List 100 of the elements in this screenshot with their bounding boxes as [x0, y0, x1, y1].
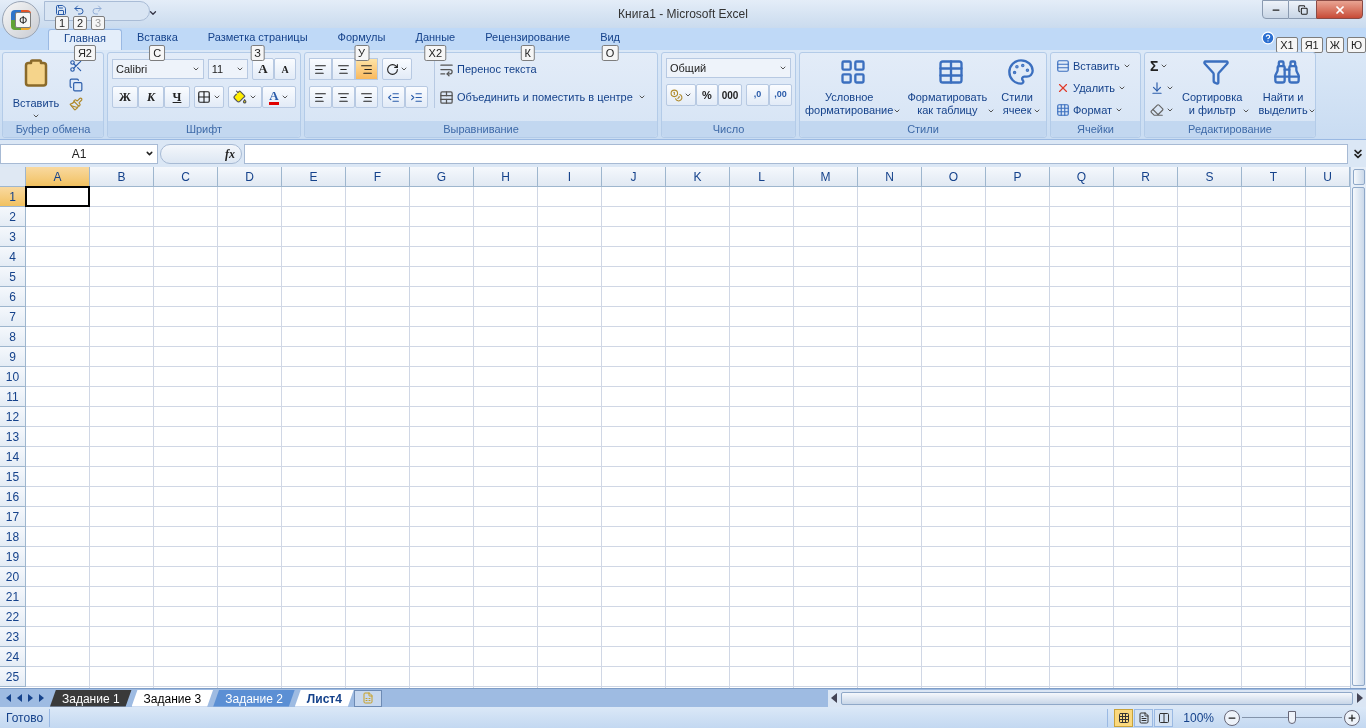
previous-sheet-icon[interactable] [17, 694, 22, 702]
merge-center-button[interactable]: Объединить и поместить в центре [439, 87, 646, 107]
row-header[interactable]: 24 [0, 647, 26, 667]
cut-icon[interactable] [69, 59, 83, 73]
bold-button[interactable]: Ж [112, 86, 138, 108]
column-header[interactable]: J [602, 167, 666, 186]
percent-button[interactable]: % [696, 84, 718, 106]
align-left-button[interactable] [309, 86, 332, 108]
row-header[interactable]: 8 [0, 327, 26, 347]
column-header[interactable]: C [154, 167, 218, 186]
close-button[interactable] [1316, 0, 1363, 19]
view-normal-button[interactable] [1114, 708, 1134, 727]
sheet-tab[interactable]: Задание 1 [50, 689, 132, 707]
row-header[interactable]: 4 [0, 247, 26, 267]
save-button[interactable] [55, 4, 67, 16]
row-header[interactable]: 22 [0, 607, 26, 627]
wrap-text-button[interactable]: Перенос текста [439, 59, 646, 79]
cells-format-button[interactable]: Формат [1056, 101, 1135, 119]
increase-decimal-button[interactable]: ,0 [746, 84, 769, 106]
column-header[interactable]: O [922, 167, 986, 186]
row-header[interactable]: 2 [0, 207, 26, 227]
sheet-tab[interactable]: Лист4 [294, 689, 354, 707]
row-header[interactable]: 12 [0, 407, 26, 427]
number-format-field[interactable]: Общий [666, 58, 791, 78]
row-header[interactable]: 21 [0, 587, 26, 607]
column-header[interactable]: E [282, 167, 346, 186]
grow-font-button[interactable]: A [252, 58, 274, 80]
column-header[interactable]: B [90, 167, 154, 186]
align-right-button[interactable] [355, 86, 378, 108]
row-header[interactable]: 15 [0, 467, 26, 487]
zoom-in-button[interactable] [1344, 709, 1360, 726]
name-box[interactable]: A1 [0, 143, 158, 164]
zoom-slider-thumb[interactable] [1288, 710, 1296, 724]
column-header[interactable]: T [1242, 167, 1306, 186]
row-header[interactable]: 13 [0, 427, 26, 447]
font-size-field[interactable]: 11 [207, 59, 248, 79]
paste-button[interactable]: Вставить [9, 57, 63, 120]
help-icon[interactable] [1261, 31, 1276, 45]
row-header[interactable]: 16 [0, 487, 26, 507]
row-header[interactable]: 5 [0, 267, 26, 287]
active-cell-border[interactable] [25, 186, 90, 207]
row-header[interactable]: 20 [0, 567, 26, 587]
last-sheet-icon[interactable] [39, 694, 44, 702]
zoom-slider[interactable] [1242, 710, 1342, 725]
formula-input[interactable] [244, 143, 1348, 164]
sheet-tab[interactable]: Задание 3 [131, 689, 214, 707]
column-header[interactable]: H [474, 167, 538, 186]
zoom-out-button[interactable] [1224, 709, 1240, 726]
undo-button[interactable] [73, 4, 85, 16]
style-button[interactable]: Стили ячеек [1001, 57, 1041, 117]
row-header[interactable]: 18 [0, 527, 26, 547]
style-button[interactable]: Условное форматирование [805, 57, 902, 117]
orientation-button[interactable] [382, 58, 412, 80]
sort-button[interactable]: Сортировка и фильтр [1182, 57, 1251, 119]
row-header[interactable]: 25 [0, 667, 26, 687]
decrease-decimal-button[interactable]: ,00 [769, 84, 792, 106]
row-header[interactable]: 7 [0, 307, 26, 327]
style-button[interactable]: Форматировать как таблицу [907, 57, 996, 117]
shrink-font-button[interactable]: A [274, 58, 296, 80]
underline-button[interactable]: Ч [164, 86, 190, 108]
fill-button[interactable] [1150, 79, 1174, 97]
column-header[interactable]: D [218, 167, 282, 186]
horizontal-scrollbar[interactable] [828, 689, 1366, 707]
fill-color-button[interactable] [228, 86, 262, 108]
insert-function-button[interactable]: fx [160, 143, 242, 164]
copy-icon[interactable] [69, 78, 83, 92]
column-header[interactable]: R [1114, 167, 1178, 186]
view-layout-button[interactable] [1134, 708, 1154, 727]
clear-button[interactable] [1150, 101, 1174, 119]
column-header[interactable]: L [730, 167, 794, 186]
format-painter-icon[interactable] [69, 97, 83, 111]
column-header[interactable]: S [1178, 167, 1242, 186]
row-header[interactable]: 9 [0, 347, 26, 367]
vertical-scrollbar[interactable] [1350, 167, 1366, 688]
column-header[interactable]: F [346, 167, 410, 186]
find-button[interactable]: Найти и выделить [1258, 57, 1316, 119]
first-sheet-icon[interactable] [6, 694, 11, 702]
align-bottom-button[interactable] [355, 58, 378, 80]
row-header[interactable]: 10 [0, 367, 26, 387]
currency-button[interactable] [666, 84, 696, 106]
italic-button[interactable]: К [138, 86, 164, 108]
autosum-button[interactable]: Σ [1150, 57, 1174, 75]
row-header[interactable]: 23 [0, 627, 26, 647]
decrease-indent-button[interactable] [382, 86, 405, 108]
increase-indent-button[interactable] [405, 86, 428, 108]
row-header[interactable]: 19 [0, 547, 26, 567]
column-header[interactable]: G [410, 167, 474, 186]
next-sheet-icon[interactable] [28, 694, 33, 702]
column-header[interactable]: P [986, 167, 1050, 186]
row-header[interactable]: 11 [0, 387, 26, 407]
column-header[interactable]: K [666, 167, 730, 186]
cells-delete-button[interactable]: Удалить [1056, 79, 1135, 97]
restore-button[interactable] [1289, 0, 1316, 19]
cells-insert-button[interactable]: Вставить [1056, 57, 1135, 75]
column-header[interactable]: M [794, 167, 858, 186]
view-pagebreak-button[interactable] [1154, 708, 1174, 727]
align-middle-button[interactable] [332, 58, 355, 80]
column-header[interactable]: I [538, 167, 602, 186]
row-header[interactable]: 17 [0, 507, 26, 527]
column-header[interactable]: N [858, 167, 922, 186]
